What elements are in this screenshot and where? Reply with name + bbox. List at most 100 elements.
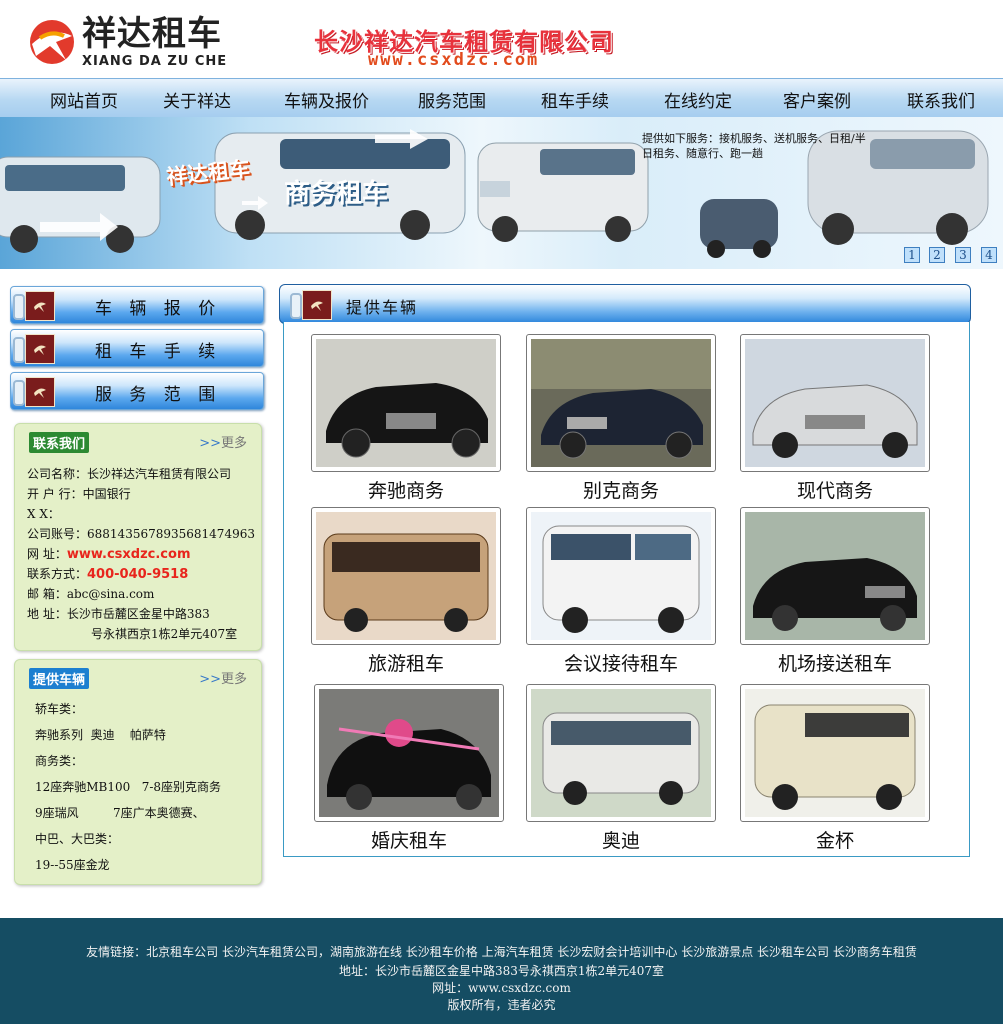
vehicle-card[interactable]: 会议接待租车 [526,507,716,676]
jinbei-van-image [745,689,925,817]
side-menu-label: 车 辆 报 价 [95,299,222,319]
vehicle-caption: 婚庆租车 [370,830,447,852]
buick-car-image [531,339,711,467]
provide-line: 12座奔驰MB100 7-8座别克商务 [35,780,222,794]
vehicle-card[interactable]: 奔驰商务 [311,334,501,503]
main-nav: 网站首页 关于祥达 车辆及报价 服务范围 租车手续 在线约定 客户案例 联系我们 [0,78,1003,118]
provide-line: 19--55座金龙 [35,858,110,872]
site-footer: 友情链接：北京租车公司 长沙汽车租赁公司，湖南旅游在线 长沙租车价格 上海汽车租… [0,918,1003,1024]
contact-more-link[interactable]: >>更多 [199,432,247,451]
hyundai-car-image [745,339,925,467]
provide-more-link[interactable]: >>更多 [199,668,247,687]
vehicle-caption: 现代商务 [796,480,873,502]
footer-copyright: 版权所有，违者必究 [447,998,556,1012]
site-logo[interactable]: 祥达租车 XIANG DA ZU CHE [26,14,266,72]
vehicle-caption: 金杯 [815,830,854,852]
nav-cases[interactable]: 客户案例 [783,87,851,112]
banner-page-2[interactable]: 2 [929,247,945,263]
contact-xx: X X： [27,507,60,521]
footer-website: 网址：www.csxdzc.com [432,981,571,995]
contact-panel: 联系我们 >>更多 公司名称：长沙祥达汽车租赁有限公司 开 户 行：中国银行 X… [14,423,262,651]
side-menu-label: 服 务 范 围 [95,385,222,405]
vehicle-caption: 机场接送租车 [777,653,892,675]
contact-website-link[interactable]: www.csxdzc.com [67,547,191,562]
contact-email: 邮 箱：abc@sina.com [27,587,155,601]
airport-car-image [745,512,925,640]
contact-website: 网 址：www.csxdzc.com [27,547,191,562]
vehicle-card[interactable]: 金杯 [740,684,930,853]
vehicle-card[interactable]: 机场接送租车 [740,507,930,676]
logo-subtext: XIANG DA ZU CHE [82,54,228,69]
logo-mark-icon [30,20,74,64]
vehicle-photo[interactable] [311,334,501,472]
star-tab-icon [290,290,332,320]
contact-panel-title: 联系我们 [29,432,90,453]
contact-bank: 开 户 行：中国银行 [27,487,131,501]
star-tab-icon [13,334,55,364]
banner-page-1[interactable]: 1 [904,247,920,263]
provide-panel: 提供车辆 >>更多 轿车类： 奔驰系列 奥迪 帕萨特 商务类： 12座奔驰MB1… [14,659,262,885]
provide-line: 9座瑞风 7座广本奥德赛、 [35,806,205,820]
nav-home[interactable]: 网站首页 [50,87,118,112]
vehicle-card[interactable]: 现代商务 [740,334,930,503]
provide-line: 中巴、大巴类： [35,832,120,846]
banner-page-3[interactable]: 3 [955,247,971,263]
banner-page-4[interactable]: 4 [981,247,997,263]
side-menu-label: 租 车 手 续 [95,342,222,362]
audi-van-image [531,689,711,817]
main-section-header: 提供车辆 [279,284,971,324]
vehicle-caption: 奥迪 [601,830,640,852]
provide-panel-title: 提供车辆 [29,668,90,689]
nav-online-booking[interactable]: 在线约定 [664,87,732,112]
company-url[interactable]: www.csxdzc.com [368,50,539,70]
minivan-image [531,512,711,640]
nav-contact[interactable]: 联系我们 [907,87,975,112]
vehicle-photo[interactable] [526,507,716,645]
provide-line: 奔驰系列 奥迪 帕萨特 [35,728,166,742]
nav-rental-procedure[interactable]: 租车手续 [541,87,609,112]
star-tab-icon [13,291,55,321]
banner-title: 商务租车 [284,179,389,209]
nav-about[interactable]: 关于祥达 [163,87,231,112]
side-menu-services[interactable]: 服 务 范 围 [10,372,264,410]
footer-links[interactable]: 友情链接：北京租车公司 长沙汽车租赁公司，湖南旅游在线 长沙租车价格 上海汽车租… [0,943,1003,960]
vehicle-card[interactable]: 婚庆租车 [314,684,504,853]
site-header: 祥达租车 XIANG DA ZU CHE 长沙祥达汽车租赁有限公司 www.cs… [0,0,1003,78]
contact-address: 地 址：长沙市岳麓区金星中路383 [27,607,210,621]
nav-services[interactable]: 服务范围 [418,87,486,112]
vehicle-card[interactable]: 旅游租车 [311,507,501,676]
side-menu-procedure[interactable]: 租 车 手 续 [10,329,264,367]
logo-text: 祥达租车 [82,14,222,54]
nav-vehicles-prices[interactable]: 车辆及报价 [284,87,369,112]
vehicle-photo[interactable] [311,507,501,645]
vehicle-photo[interactable] [740,334,930,472]
wedding-car-image [319,689,499,817]
vehicle-card[interactable]: 别克商务 [526,334,716,503]
provide-line: 轿车类： [35,702,84,716]
main-section-title: 提供车辆 [346,298,419,317]
contact-phone: 联系方式：400-040-9518 [27,567,189,582]
vehicle-caption: 别克商务 [582,480,659,502]
vehicle-photo[interactable] [740,507,930,645]
hero-banner: 祥达租车 商务租车 提供如下服务：接机服务、送机服务、日租/半日租务、随意行、跑… [0,117,1003,269]
double-chevron-icon: >> [199,436,221,451]
vehicle-caption: 会议接待租车 [563,653,678,675]
vehicle-caption: 旅游租车 [367,653,444,675]
vehicle-card[interactable]: 奥迪 [526,684,716,853]
vehicle-photo[interactable] [526,334,716,472]
vehicle-photo[interactable] [526,684,716,822]
contact-account: 公司账号：6881435678935681474963 [27,527,255,541]
provide-line: 商务类： [35,754,84,768]
side-menu-prices[interactable]: 车 辆 报 价 [10,286,264,324]
vehicle-photo[interactable] [314,684,504,822]
benz-car-image [316,339,496,467]
double-chevron-icon: >> [199,672,221,687]
banner-description: 提供如下服务：接机服务、送机服务、日租/半日租务、随意行、跑一趟 [642,132,866,160]
tour-bus-image [316,512,496,640]
star-tab-icon [13,377,55,407]
contact-company: 公司名称：长沙祥达汽车租赁有限公司 [27,467,232,481]
vehicle-caption: 奔驰商务 [367,480,444,502]
contact-address-line2: 号永祺西京1栋2单元407室 [91,627,238,641]
vehicle-photo[interactable] [740,684,930,822]
footer-address: 地址：长沙市岳麓区金星中路383号永祺西京1栋2单元407室 [338,964,665,978]
